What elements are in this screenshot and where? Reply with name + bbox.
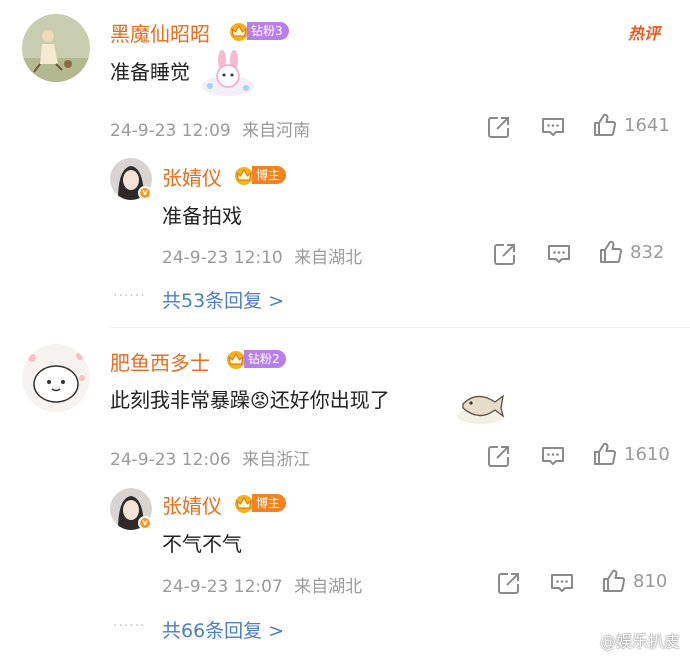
fan-badge-label: 钻粉2 — [244, 350, 286, 368]
hot-comment-label: 热评 — [627, 24, 660, 43]
username[interactable]: 黑魔仙昭昭 — [110, 18, 210, 47]
share-button[interactable] — [486, 443, 512, 469]
blogger-badge: 博主 — [232, 492, 287, 514]
verified-badge-icon: v — [138, 186, 152, 200]
thread-dots: ······ — [113, 618, 146, 634]
watermark: @娱乐扒皮 — [599, 632, 680, 651]
timestamp: 24-9-23 12:10 来自湖北 — [162, 243, 362, 268]
like-count: 1641 — [624, 114, 670, 136]
username[interactable]: 张婧仪 — [162, 490, 222, 519]
reply-button[interactable] — [549, 570, 575, 596]
reply-time: 24-9-23 12:07 — [162, 577, 283, 597]
timestamp: 24-9-23 12:06 来自浙江 — [110, 445, 310, 470]
comment-text: 此刻我非常暴躁😡还好你出现了 — [110, 384, 390, 413]
avatar[interactable] — [22, 14, 90, 82]
reply-time: 24-9-23 12:10 — [162, 248, 283, 268]
avatar[interactable] — [22, 344, 90, 412]
comment-icon — [546, 241, 572, 267]
like-icon — [592, 441, 618, 467]
angry-emoji-icon: 😡 — [250, 390, 270, 412]
reply-location: 来自湖北 — [294, 248, 363, 268]
timestamp: 24-9-23 12:09 来自河南 — [110, 116, 310, 141]
blogger-badge-label: 博主 — [252, 494, 287, 512]
share-button[interactable] — [496, 570, 522, 596]
share-icon — [486, 114, 512, 140]
like-count: 1610 — [624, 443, 670, 465]
timestamp: 24-9-23 12:07 来自湖北 — [162, 572, 362, 597]
share-button[interactable] — [486, 114, 512, 140]
reply-text: 不气不气 — [162, 532, 242, 556]
comment-location: 来自河南 — [242, 121, 311, 141]
view-more-replies-link[interactable]: 共53条回复 > — [162, 286, 284, 313]
share-button[interactable] — [492, 241, 518, 267]
comment-time: 24-9-23 12:06 — [110, 450, 231, 470]
view-more-replies-link[interactable]: 共66条回复 > — [162, 616, 284, 643]
username[interactable]: 肥鱼西多士 — [110, 347, 210, 376]
thread-dots: ······ — [113, 288, 146, 304]
like-icon — [592, 112, 618, 138]
share-icon — [496, 570, 522, 596]
verified-badge-icon: v — [138, 516, 152, 530]
share-icon — [486, 443, 512, 469]
like-count: 832 — [630, 241, 665, 263]
comment-icon — [540, 114, 566, 140]
comment-location: 来自浙江 — [242, 450, 311, 470]
comment-text: 准备睡觉 — [110, 60, 190, 84]
like-button[interactable]: 810 — [601, 568, 667, 594]
reply-text: 准备拍戏 — [162, 204, 242, 228]
like-count: 810 — [633, 570, 668, 592]
fish-sticker — [455, 382, 507, 426]
comment-text-part1: 此刻我非常暴躁 — [110, 388, 250, 412]
share-icon — [492, 241, 518, 267]
reply-button[interactable] — [540, 114, 566, 140]
username[interactable]: 张婧仪 — [162, 162, 222, 191]
pink-bunny-sticker — [200, 48, 256, 98]
comment-text-part2: 还好你出现了 — [269, 388, 390, 412]
like-button[interactable]: 832 — [598, 239, 664, 265]
like-button[interactable]: 1641 — [592, 112, 670, 138]
fan-badge: 钻粉3 — [227, 20, 289, 42]
fan-badge-label: 钻粉3 — [247, 22, 289, 40]
like-button[interactable]: 1610 — [592, 441, 670, 467]
reply-location: 来自湖北 — [294, 577, 363, 597]
comment-icon — [540, 443, 566, 469]
like-icon — [598, 239, 624, 265]
fan-badge: 钻粉2 — [224, 348, 286, 370]
like-icon — [601, 568, 627, 594]
reply-button[interactable] — [540, 443, 566, 469]
blogger-badge: 博主 — [232, 164, 287, 186]
blogger-badge-label: 博主 — [252, 166, 287, 184]
comment-icon — [549, 570, 575, 596]
divider — [110, 327, 690, 328]
comment-time: 24-9-23 12:09 — [110, 121, 231, 141]
reply-button[interactable] — [546, 241, 572, 267]
